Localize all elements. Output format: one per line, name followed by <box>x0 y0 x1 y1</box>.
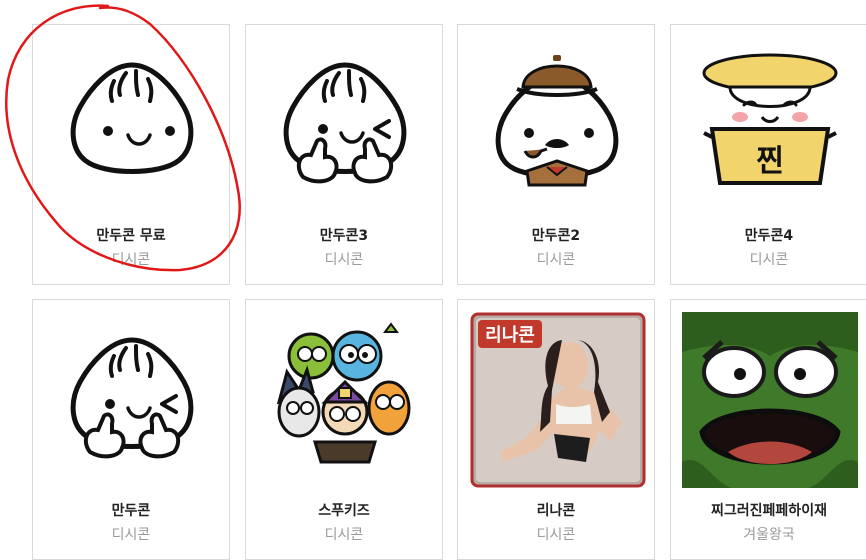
emoticon-card-mandu3[interactable]: 만두콘3 디시콘 <box>245 24 443 285</box>
emoticon-card-mandu-free[interactable]: 만두콘 무료 디시콘 <box>32 24 230 285</box>
emoticon-card-mandu4[interactable]: 찐 만두콘4 디시콘 <box>670 24 866 285</box>
emoticon-name: 만두콘 <box>111 503 151 519</box>
steamer-label: 찐 <box>756 144 784 179</box>
emoticon-name: 만두콘 무료 <box>96 228 166 244</box>
emoticon-maker: 디시콘 <box>324 527 364 543</box>
emoticon-maker: 디시콘 <box>324 252 364 268</box>
mandu-steamer-icon: 찐 <box>690 37 850 197</box>
rina-photo-icon: 리나콘 <box>470 312 646 488</box>
emoticon-card-rina[interactable]: 리나콘 리나콘 디시콘 <box>457 299 655 560</box>
emoticon-card-mandu[interactable]: 만두콘 디시콘 <box>32 299 230 560</box>
emoticon-maker: 겨울왕국 <box>743 527 795 543</box>
emoticon-name: 스푸키즈 <box>318 503 370 519</box>
emoticon-name: 만두콘2 <box>531 228 581 244</box>
mandu-smile-icon <box>52 37 212 197</box>
emoticon-card-spookids[interactable]: 스푸키즈 디시콘 <box>245 299 443 560</box>
spookids-monsters-icon <box>265 312 425 472</box>
emoticon-name: 찌그러진페페하이재 <box>711 503 827 519</box>
emoticon-name: 리나콘 <box>536 503 576 519</box>
emoticon-card-mandu2[interactable]: 만두콘2 디시콘 <box>457 24 655 285</box>
emoticon-maker: 디시콘 <box>536 252 576 268</box>
mandu-wink-thumbs-icon <box>52 312 212 472</box>
emoticon-maker: 디시콘 <box>536 527 576 543</box>
rina-badge: 리나콘 <box>485 325 535 346</box>
emoticon-name: 만두콘3 <box>319 228 369 244</box>
emoticon-name: 만두콘4 <box>744 228 794 244</box>
mandu-detective-icon <box>477 37 637 197</box>
mandu-wink-thumbs-icon <box>265 37 425 197</box>
emoticon-maker: 디시콘 <box>111 527 151 543</box>
emoticon-maker: 디시콘 <box>749 252 789 268</box>
emoticon-card-pepe[interactable]: 찌그러진페페하이재 겨울왕국 <box>670 299 866 560</box>
pepe-screaming-icon <box>682 312 858 488</box>
emoticon-maker: 디시콘 <box>111 252 151 268</box>
